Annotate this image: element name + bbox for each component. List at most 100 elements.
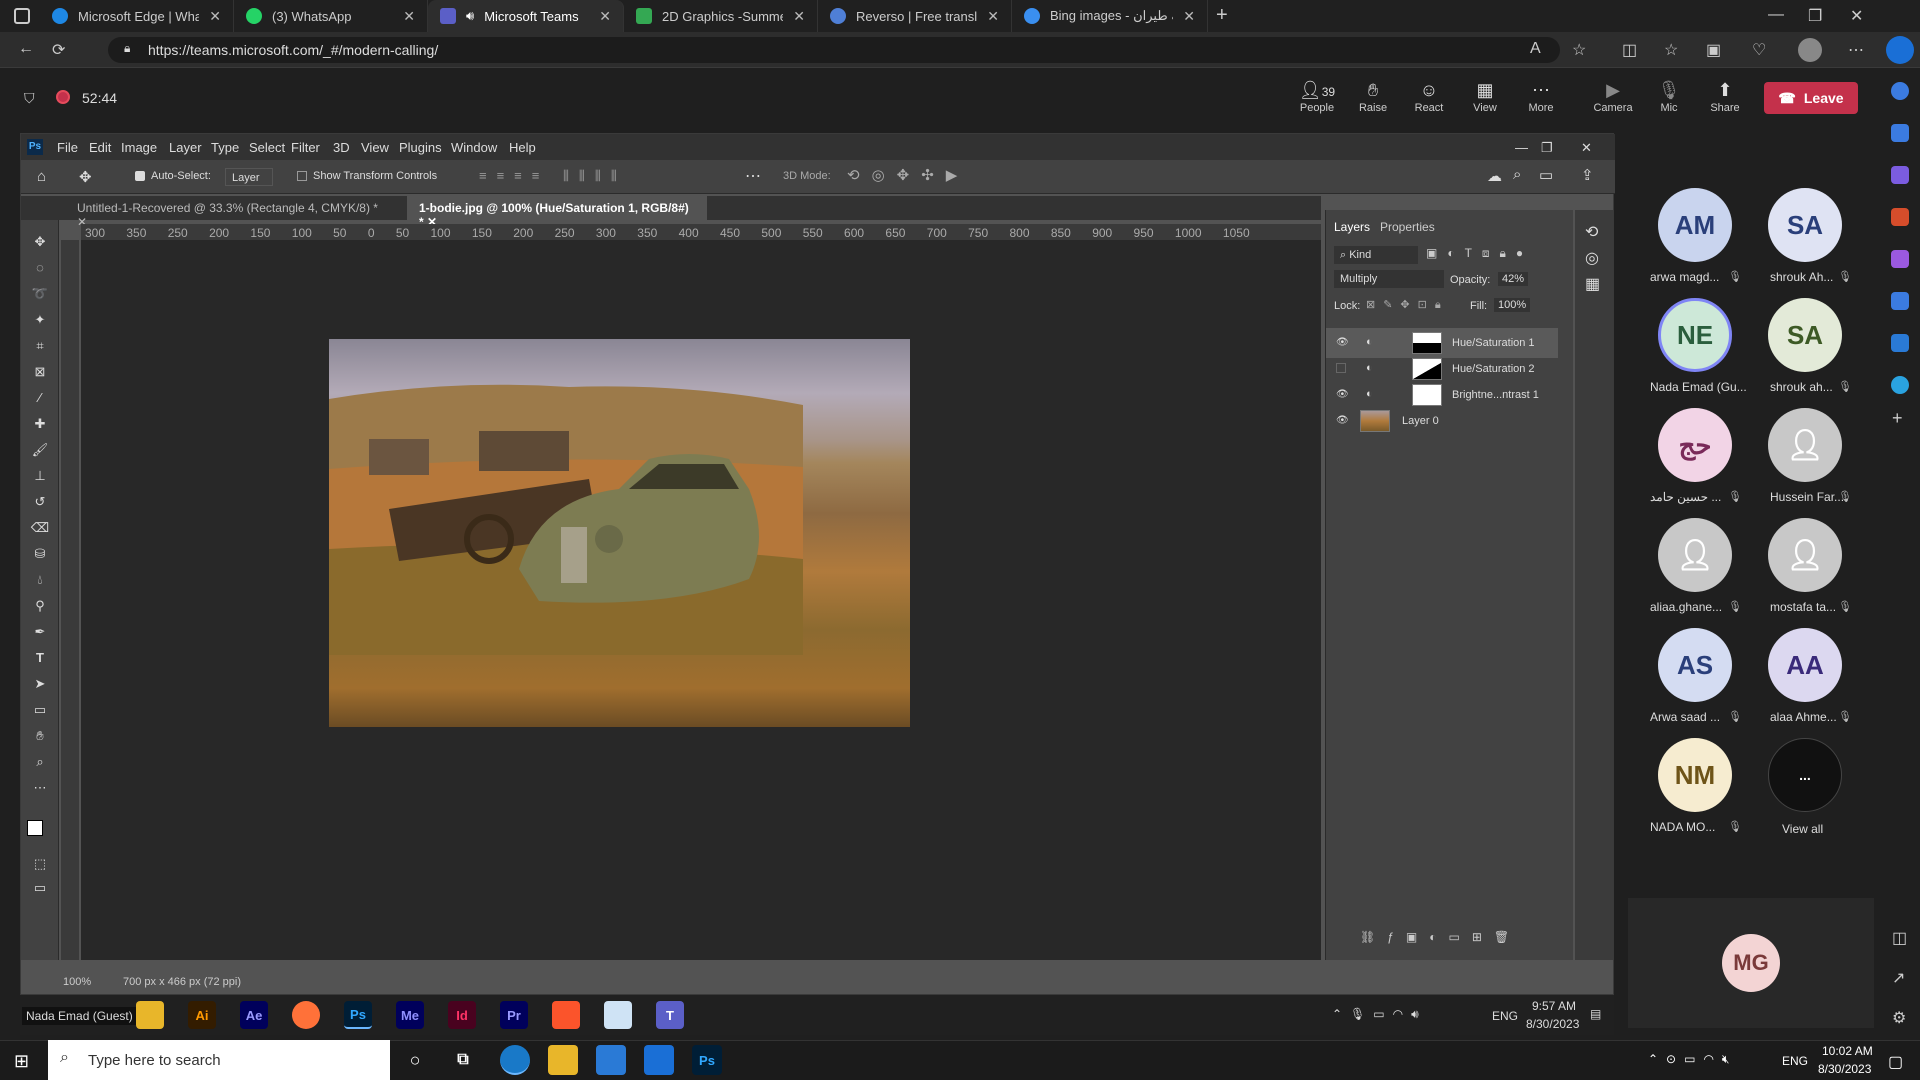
avatar[interactable]: NM [1658, 738, 1732, 812]
lock-icons[interactable]: ⊠✎✥⊡🔒︎ [1366, 298, 1449, 312]
doc-tab-bodie[interactable]: 1-bodie.jpg @ 100% (Hue/Saturation 1, RG… [407, 196, 707, 229]
fill-field[interactable]: 100% [1494, 298, 1531, 312]
doc-tab-untitled[interactable]: Untitled-1-Recovered @ 33.3% (Rectangle … [65, 196, 401, 229]
close-tab-icon[interactable]: ✕ [599, 8, 611, 25]
more-menu-icon[interactable]: ⋯ [1848, 40, 1864, 60]
file-explorer-icon[interactable] [548, 1045, 578, 1075]
move-tool-icon[interactable]: ✥ [79, 168, 92, 186]
tools-icon[interactable] [1891, 208, 1909, 226]
share-icon[interactable]: ⇪ [1581, 166, 1594, 184]
search-icon[interactable] [1891, 124, 1909, 142]
auto-select-checkbox[interactable] [135, 171, 145, 181]
external-link-icon[interactable]: ↗ [1892, 968, 1905, 988]
history-brush-icon[interactable]: ↺ [30, 494, 50, 514]
ps-search-icon[interactable]: ⌕ [1513, 166, 1521, 183]
notifications-icon[interactable]: ▤ [1590, 1007, 1601, 1021]
react-button[interactable]: ☺ React [1404, 80, 1454, 114]
avatar[interactable]: AS [1658, 628, 1732, 702]
path-select-icon[interactable]: ➤ [30, 676, 50, 696]
mic-button[interactable]: 🎙︎ Mic [1644, 80, 1694, 114]
task-view-icon[interactable]: ⧉ [448, 1045, 478, 1075]
menu-help[interactable]: Help [509, 140, 536, 155]
after-effects-icon[interactable]: Ae [240, 1001, 268, 1029]
rectangle-tool-icon[interactable]: ▭ [30, 702, 50, 722]
3d-mode-icons[interactable]: ⟲◎✥✣▶ [847, 166, 969, 184]
close-window-icon[interactable]: ✕ [1850, 6, 1863, 26]
read-aloud-icon[interactable]: A [1530, 40, 1541, 58]
magic-wand-tool-icon[interactable]: ✦ [30, 312, 50, 332]
media-encoder-icon[interactable]: Me [396, 1001, 424, 1029]
raise-hand-button[interactable]: ✋︎ Raise [1348, 80, 1398, 114]
avatar[interactable]: حج [1658, 408, 1732, 482]
photoshop-icon[interactable]: Ps [344, 1001, 372, 1029]
ps-minimize-icon[interactable]: — [1515, 140, 1528, 155]
visibility-eye-icon[interactable]: 👁︎ [1336, 337, 1349, 348]
tab-reverso[interactable]: Reverso | Free translation, dictio✕ [818, 0, 1012, 32]
photoshop-icon[interactable]: Ps [692, 1045, 722, 1075]
share-cloud-icon[interactable]: ☁ [1487, 167, 1502, 185]
tab-microsoft-teams[interactable]: 🔊︎ Microsoft Teams ✕ [428, 0, 624, 32]
add-icon[interactable]: + [1892, 408, 1903, 429]
ps-close-icon[interactable]: ✕ [1581, 140, 1592, 156]
history-icon[interactable]: ⟲ [1585, 222, 1598, 242]
stamp-tool-icon[interactable]: ⊥ [30, 468, 50, 488]
document-image-old-car[interactable] [329, 339, 910, 727]
url-field[interactable]: 🔒︎ https://teams.microsoft.com/_#/modern… [108, 37, 1560, 63]
teams-icon[interactable]: T [656, 1001, 684, 1029]
eyedropper-tool-icon[interactable]: ⁄ [30, 390, 50, 410]
games-icon[interactable] [1891, 250, 1909, 268]
edge-icon[interactable] [500, 1045, 530, 1075]
notification-bell-icon[interactable] [1891, 82, 1909, 100]
self-video-tile[interactable]: MG [1628, 898, 1874, 1028]
back-icon[interactable]: ← [18, 40, 34, 58]
kind-filter[interactable]: ⌕ Kind [1334, 246, 1418, 264]
cortana-icon[interactable]: ○ [400, 1045, 430, 1075]
ps-restore-icon[interactable]: ❐ [1541, 140, 1553, 156]
screen-mode-icon[interactable]: ▭ [30, 880, 50, 900]
refresh-icon[interactable]: ⟳ [52, 40, 65, 60]
avatar[interactable]: 👤︎ [1768, 518, 1842, 592]
home-icon[interactable]: ⌂ [37, 168, 46, 185]
tab-2d-graphics[interactable]: 2D Graphics -Summer 2023 R3 -✕ [624, 0, 818, 32]
avatar[interactable]: NE [1658, 298, 1732, 372]
brush-tool-icon[interactable]: 🖌︎ [30, 442, 50, 462]
visibility-eye-icon[interactable]: 👁︎ [1336, 389, 1349, 400]
filter-icons[interactable]: ▣◐T⧈🔒︎● [1426, 246, 1533, 261]
layer-row[interactable]: 👁︎ Layer 0 [1326, 406, 1558, 436]
zoom-tool-icon[interactable]: ⌕ [30, 754, 50, 774]
blend-mode-dropdown[interactable]: Multiply [1334, 270, 1444, 288]
view-button[interactable]: ▦ View [1460, 80, 1510, 114]
eraser-tool-icon[interactable]: ⌫ [30, 520, 50, 540]
office-icon[interactable] [1891, 292, 1909, 310]
paint-bucket-icon[interactable]: ⛁ [30, 546, 50, 566]
start-icon[interactable]: ⊞ [14, 1051, 29, 1072]
workspace-icon[interactable]: ▭ [1539, 166, 1553, 184]
crop-tool-icon[interactable]: ⌗ [30, 338, 50, 358]
menu-layer[interactable]: Layer [169, 140, 202, 155]
notepad-icon[interactable] [604, 1001, 632, 1029]
file-explorer-icon[interactable] [136, 1001, 164, 1029]
menu-image[interactable]: Image [121, 140, 157, 155]
camera-button[interactable]: ▶︎ Camera [1588, 80, 1638, 114]
type-tool-icon[interactable]: T [30, 650, 50, 670]
sidebar-toggle-icon[interactable]: ◫ [1892, 928, 1907, 948]
opacity-field[interactable]: 42% [1498, 272, 1529, 286]
firefox-icon[interactable] [292, 1001, 320, 1029]
favorite-star-icon[interactable]: ☆ [1572, 40, 1586, 60]
mail-icon[interactable] [644, 1045, 674, 1075]
3d-panel-icon[interactable]: ◎ [1585, 248, 1599, 268]
avatar[interactable]: SA [1768, 188, 1842, 262]
leave-button[interactable]: ☎︎ Leave [1764, 82, 1858, 114]
search-input[interactable]: ⌕ Type here to search [48, 1040, 390, 1080]
menu-3d[interactable]: 3D [333, 140, 350, 155]
tray-icons[interactable]: ⌃🎙︎▭◠🔊︎ [1332, 1007, 1427, 1022]
outlook-icon[interactable] [1891, 334, 1909, 352]
more-button[interactable]: ⋯ More [1516, 80, 1566, 114]
visibility-off-box[interactable] [1336, 363, 1346, 373]
tab-actions-icon[interactable] [14, 8, 30, 24]
store-icon[interactable] [596, 1045, 626, 1075]
view-all-button[interactable]: ... [1768, 738, 1842, 812]
avatar[interactable]: 👤︎ [1658, 518, 1732, 592]
brave-icon[interactable] [552, 1001, 580, 1029]
quick-mask-icon[interactable]: ⬚ [30, 856, 50, 876]
